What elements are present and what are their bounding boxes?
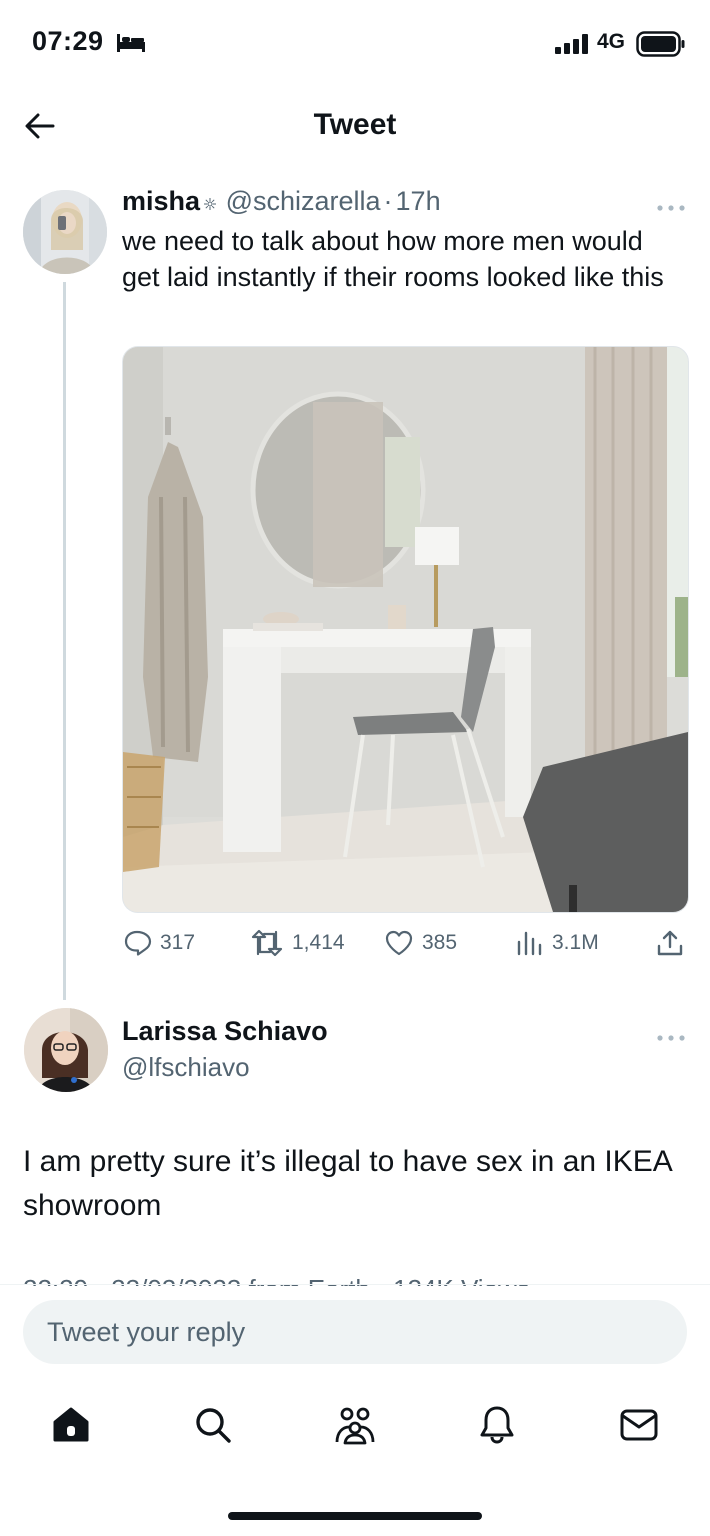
battery-icon bbox=[636, 31, 686, 62]
reply-icon bbox=[124, 930, 152, 956]
search-icon bbox=[196, 1408, 231, 1443]
more-options-icon[interactable] bbox=[656, 1030, 686, 1048]
views-chart-icon bbox=[517, 931, 542, 956]
retweet-action[interactable]: 1,414 bbox=[250, 928, 345, 958]
retweet-icon bbox=[251, 929, 283, 957]
thread-connector bbox=[63, 282, 66, 1000]
avatar[interactable] bbox=[23, 190, 107, 274]
reply-author-handle[interactable]: @lfschiavo bbox=[122, 1052, 250, 1083]
home-icon bbox=[53, 1407, 89, 1442]
view-count: 3.1M bbox=[552, 931, 599, 954]
share-button[interactable] bbox=[655, 928, 693, 958]
more-options-icon[interactable] bbox=[656, 200, 686, 218]
tweet-media-image[interactable] bbox=[122, 346, 689, 913]
notifications-icon bbox=[480, 1406, 514, 1444]
room-photo-illustration bbox=[123, 347, 688, 912]
network-type: 4G bbox=[597, 30, 626, 53]
sleep-mode-icon bbox=[116, 32, 146, 59]
tweet-header: misha @schizarella · 17h bbox=[122, 186, 441, 217]
author-handle[interactable]: @schizarella bbox=[226, 186, 381, 216]
share-icon bbox=[657, 930, 683, 956]
messages-icon bbox=[620, 1409, 658, 1441]
home-indicator bbox=[228, 1512, 482, 1520]
like-action[interactable]: 385 bbox=[384, 928, 457, 958]
avatar[interactable] bbox=[24, 1008, 108, 1092]
author-name[interactable]: misha bbox=[122, 186, 200, 216]
page-title: Tweet bbox=[313, 108, 397, 141]
status-time: 07:29 bbox=[32, 26, 104, 56]
messages-tab[interactable] bbox=[618, 1404, 660, 1451]
notifications-tab[interactable] bbox=[476, 1404, 518, 1451]
separator: · bbox=[383, 186, 393, 216]
search-tab[interactable] bbox=[192, 1404, 234, 1451]
tweet-age[interactable]: 17h bbox=[396, 186, 441, 216]
communities-tab[interactable] bbox=[334, 1404, 376, 1451]
heart-icon bbox=[385, 930, 413, 956]
cellular-signal-icon bbox=[555, 34, 589, 59]
divider bbox=[0, 1284, 710, 1285]
reply-count: 317 bbox=[160, 931, 196, 954]
badge-icon bbox=[204, 186, 217, 217]
views-action[interactable]: 3.1M bbox=[514, 928, 599, 958]
reply-action[interactable]: 317 bbox=[122, 928, 195, 958]
like-count: 385 bbox=[422, 931, 458, 954]
reply-text: I am pretty sure it’s illegal to have se… bbox=[23, 1145, 672, 1222]
tweet-text: we need to talk about how more men would… bbox=[122, 226, 664, 292]
reply-placeholder: Tweet your reply bbox=[47, 1317, 246, 1347]
home-tab[interactable] bbox=[50, 1404, 92, 1451]
retweet-count: 1,414 bbox=[292, 931, 345, 954]
communities-icon bbox=[335, 1407, 375, 1445]
reply-author-name[interactable]: Larissa Schiavo bbox=[122, 1016, 328, 1047]
